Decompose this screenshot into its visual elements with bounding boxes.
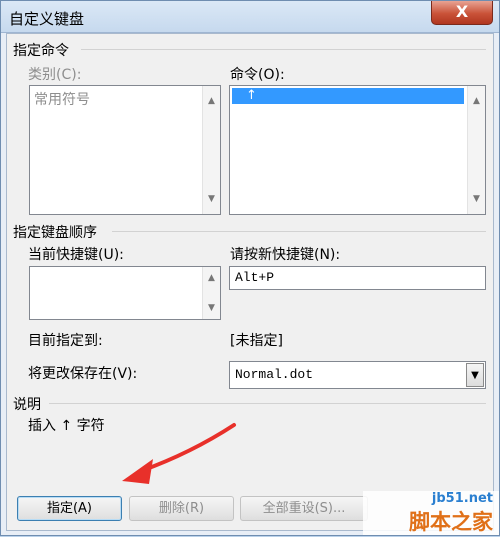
watermark: jb51.net 脚本之家 — [363, 491, 499, 535]
watermark-url: jb51.net — [431, 491, 493, 506]
watermark-brand: 脚本之家 — [409, 510, 493, 534]
customize-keyboard-dialog: 自定义键盘 X 指定命令 类别(C): 常用符号 ▲ ▼ 命令(O): ↑ ▲ … — [0, 0, 500, 536]
red-arrow-icon — [122, 423, 236, 484]
